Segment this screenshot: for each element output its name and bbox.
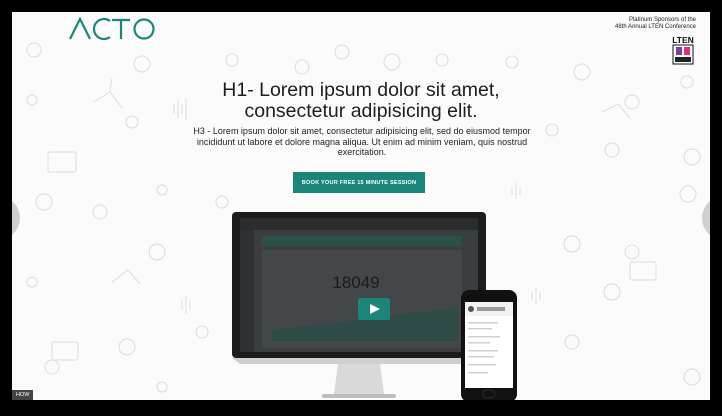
microscope-icon [679,185,697,203]
device-frame: Platinum Sponsors of the 48th Annual LTE… [0,0,722,416]
play-icon [370,304,380,314]
video-monitor[interactable]: 18049 [232,212,486,400]
atom-icon [334,44,350,60]
hero-title-line-1: H1- Lorem ipsum dolor sit amet, [222,79,500,101]
landing-page: Platinum Sponsors of the 48th Annual LTE… [12,12,710,400]
flask-icon [680,75,694,89]
dna-icon [545,123,559,137]
brain-icon [133,55,151,73]
atom-icon [624,94,640,110]
cloud-icon [294,59,310,75]
brain-icon [603,283,621,301]
browser-window-icon [47,151,77,173]
flask-icon [156,184,168,196]
browser-window-icon [51,341,79,361]
browser-window-icon [629,261,657,281]
atom-icon [44,359,60,375]
video-big-number: 18049 [332,273,379,292]
sponsor-line-2: 48th Annual LTEN Conference [615,24,696,30]
atom-icon [26,42,42,58]
lten-wordmark: LTEN [672,35,694,45]
bulb-icon [215,195,229,209]
hero-subtitle: H3 - Lorem ipsum dolor sit amet, consect… [193,126,531,157]
sound-wave-icon [181,296,191,314]
brain-icon [118,338,136,356]
flask-icon [26,94,38,106]
flask-icon [435,53,449,67]
brain-icon [563,235,581,253]
network-icon [111,269,141,285]
atom-icon [624,244,640,260]
lten-badge-logo: LTEN [670,34,696,66]
bulb-icon [125,115,139,129]
phone-mockup [461,290,517,400]
microscope-icon [35,193,53,211]
sponsor-line-1: Platinum Sponsors of the [628,17,696,23]
brain-icon [383,53,401,71]
dna-icon [505,55,519,69]
brain-icon [573,63,591,81]
dna-icon [195,325,209,339]
sound-wave-icon [531,288,541,304]
brain-icon [148,243,166,261]
sponsor-text: Platinum Sponsors of the 48th Annual LTE… [556,17,696,31]
brain-icon [683,148,701,166]
book-session-button[interactable]: BOOK YOUR FREE 15 MINUTE SESSION [293,172,425,193]
atom-icon [92,204,108,220]
hero-title-line-2: consectetur adipisicing elit. [244,100,478,122]
flask-icon [156,381,168,393]
acto-logo[interactable] [68,17,156,41]
hero-title: H1- Lorem ipsum dolor sit amet, consecte… [152,80,570,122]
microscope-icon [683,368,701,386]
show-badge[interactable]: HOW [12,390,34,400]
atom-icon [604,142,620,158]
sound-wave-icon [511,183,521,199]
dna-icon [225,53,239,67]
atom-icon [564,334,580,350]
play-button[interactable] [358,298,390,320]
flask-icon [26,276,38,288]
network-icon [93,77,123,109]
